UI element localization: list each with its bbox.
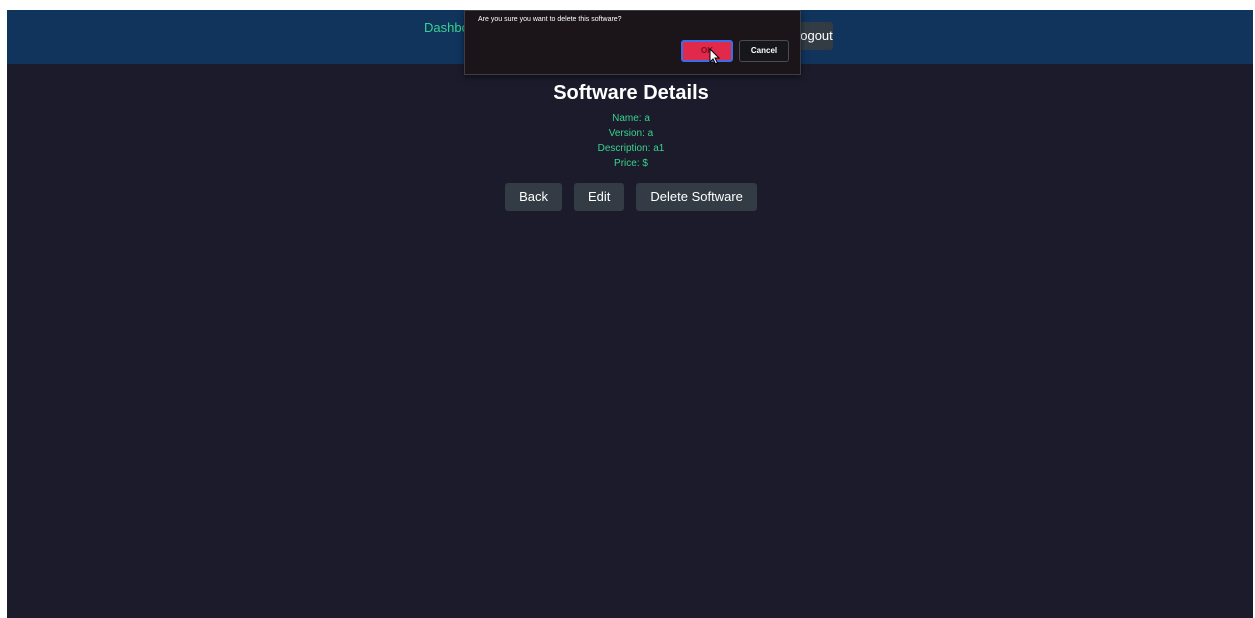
browser-viewport: Dashboard Logout Are you sure you want t… (7, 10, 1253, 618)
software-details-section: Software Details Name: a Version: a Desc… (7, 78, 1253, 171)
mouse-pointer-icon (709, 48, 721, 65)
action-buttons: Back Edit Delete Software (7, 183, 1253, 211)
ok-button[interactable]: OK (681, 40, 733, 62)
cancel-button[interactable]: Cancel (739, 40, 789, 62)
software-name: Name: a (612, 113, 650, 124)
software-price: Price: $ (614, 158, 648, 169)
page-title: Software Details (553, 82, 709, 104)
back-button[interactable]: Back (505, 183, 562, 211)
confirm-delete-dialog: Are you sure you want to delete this sof… (464, 10, 801, 75)
dialog-message: Are you sure you want to delete this sof… (478, 16, 622, 23)
software-version: Version: a (608, 128, 654, 139)
delete-software-button[interactable]: Delete Software (636, 183, 757, 211)
software-description: Description: a1 (597, 143, 665, 154)
edit-button[interactable]: Edit (574, 183, 625, 211)
